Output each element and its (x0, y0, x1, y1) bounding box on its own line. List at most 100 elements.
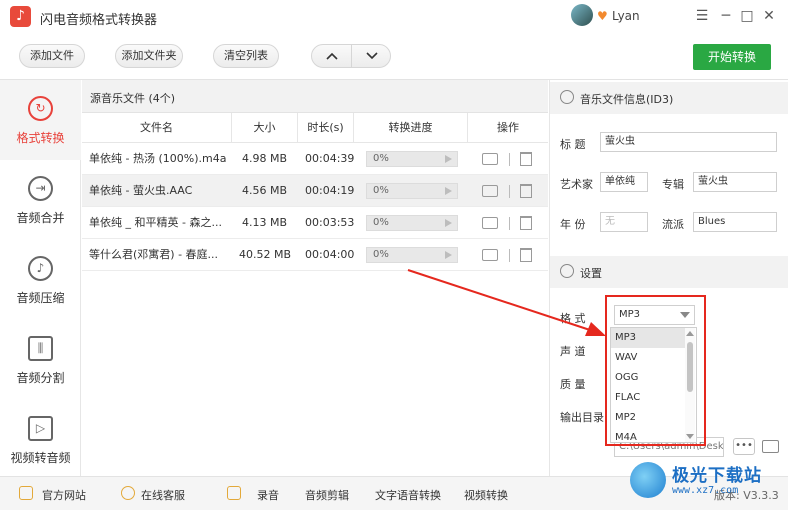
sidebar-item-audio-compress[interactable]: ♪ 音频压缩 (0, 240, 81, 320)
output-dir-label: 输出目录 (560, 411, 604, 424)
trash-icon[interactable] (520, 216, 532, 230)
maximize-button[interactable]: □ (737, 6, 757, 26)
format-label: 格 式 (560, 312, 586, 325)
progress-text: 0% (373, 217, 389, 228)
sidebar-item-audio-merge[interactable]: ⇥ 音频合并 (0, 160, 81, 240)
channel-label: 声 道 (560, 345, 586, 358)
add-file-button[interactable]: 添加文件 (19, 44, 85, 68)
column-size[interactable]: 大小 (232, 113, 298, 143)
progress-text: 0% (373, 153, 389, 164)
play-icon[interactable] (445, 155, 452, 163)
folder-icon[interactable] (482, 153, 498, 165)
table-row[interactable]: 单依纯 _ 和平精英 - 森之... 4.13 MB 00:03:53 0% (82, 207, 548, 239)
file-size: 40.52 MB (239, 248, 292, 261)
support-icon (121, 486, 135, 500)
sidebar-item-format-convert[interactable]: ↻ 格式转换 (0, 80, 81, 160)
toolbar: 添加文件 添加文件夹 清空列表 开始转换 (0, 33, 788, 80)
settings-section-title: 设置 (580, 267, 602, 280)
table-row[interactable]: 单依纯 - 热汤 (100%).m4a 4.98 MB 00:04:39 0% (82, 143, 548, 175)
artist-field[interactable]: 单依纯 (600, 172, 648, 192)
sidebar-item-label: 视频转音频 (10, 451, 71, 465)
column-duration[interactable]: 时长(s) (298, 113, 354, 143)
trash-icon[interactable] (520, 184, 532, 198)
start-convert-button[interactable]: 开始转换 (693, 44, 771, 70)
folder-icon[interactable] (482, 217, 498, 229)
sidebar-item-label: 音频分割 (16, 371, 65, 385)
column-filename[interactable]: 文件名 (82, 113, 232, 143)
genre-label: 流派 (662, 218, 684, 231)
file-count-label: 源音乐文件 (4个) (90, 92, 176, 105)
avatar[interactable] (571, 4, 593, 26)
app-title: 闪电音频格式转换器 (40, 13, 158, 28)
close-button[interactable]: ✕ (759, 6, 779, 26)
file-duration: 00:04:00 (305, 248, 355, 261)
column-progress[interactable]: 转换进度 (354, 113, 468, 143)
record-icon (227, 486, 241, 500)
watermark-logo-icon (630, 462, 666, 498)
play-icon[interactable] (445, 187, 452, 195)
file-size: 4.98 MB (242, 152, 288, 165)
progress-text: 0% (373, 185, 389, 196)
compress-icon: ♪ (28, 256, 53, 281)
title-label: 标 题 (560, 138, 586, 151)
move-down-button[interactable] (352, 45, 392, 67)
app-logo-icon: ♪ (10, 6, 31, 27)
audio-edit-link[interactable]: 音频剪辑 (305, 487, 349, 503)
file-name: 单依纯 - 热汤 (100%).m4a (89, 152, 227, 165)
table-row[interactable]: 等什么君(邓寓君) - 春庭... 40.52 MB 00:04:00 0% (82, 239, 548, 271)
gear-icon (560, 264, 574, 278)
trash-icon[interactable] (520, 248, 532, 262)
watermark-url: www.xz7.com (672, 485, 739, 496)
album-field[interactable]: 萤火虫 (693, 172, 777, 192)
add-folder-button[interactable]: 添加文件夹 (115, 44, 183, 68)
official-website-link[interactable]: 官方网站 (42, 487, 86, 503)
clear-list-button[interactable]: 清空列表 (213, 44, 279, 68)
sidebar-item-label: 音频压缩 (16, 291, 65, 305)
user-name[interactable]: Lyan (612, 9, 640, 23)
divider (509, 249, 510, 262)
menu-icon[interactable]: ☰ (692, 6, 712, 26)
play-icon[interactable] (445, 219, 452, 227)
divider (509, 185, 510, 198)
progress-text: 0% (373, 249, 389, 260)
year-label: 年 份 (560, 218, 586, 231)
open-folder-icon[interactable] (762, 440, 779, 453)
headphones-icon (560, 90, 574, 104)
split-icon: ⫼ (28, 336, 53, 361)
table-row[interactable]: 单依纯 - 萤火虫.AAC 4.56 MB 00:04:19 0% (82, 175, 548, 207)
online-support-link[interactable]: 在线客服 (141, 487, 185, 503)
title-bar: ♪ 闪电音频格式转换器 ♥ Lyan ☰ ─ □ ✕ (0, 0, 788, 33)
folder-icon[interactable] (482, 249, 498, 261)
move-up-button[interactable] (312, 45, 352, 67)
file-size: 4.56 MB (242, 184, 288, 197)
watermark: 极光下载站 www.xz7.com (630, 458, 780, 502)
title-field[interactable]: 萤火虫 (600, 132, 777, 152)
sidebar-item-video-to-audio[interactable]: ▷ 视频转音频 (0, 400, 81, 480)
play-icon[interactable] (445, 251, 452, 259)
video-convert-link[interactable]: 视频转换 (464, 487, 508, 503)
watermark-text: 极光下载站 (672, 466, 762, 486)
progress-bar: 0% (366, 247, 458, 263)
file-duration: 00:03:53 (305, 216, 355, 229)
folder-icon[interactable] (482, 185, 498, 197)
sidebar-item-label: 音频合并 (16, 211, 65, 225)
trash-icon[interactable] (520, 152, 532, 166)
divider (509, 217, 510, 230)
id3-section-header: 音乐文件信息(ID3) (550, 82, 788, 114)
file-name: 等什么君(邓寓君) - 春庭... (89, 248, 219, 261)
year-field[interactable]: 无 (600, 212, 648, 232)
progress-bar: 0% (366, 151, 458, 167)
record-link[interactable]: 录音 (257, 487, 279, 503)
sidebar-item-label: 格式转换 (16, 131, 65, 145)
text-to-speech-link[interactable]: 文字语音转换 (375, 487, 441, 503)
album-label: 专辑 (662, 178, 684, 191)
sidebar-item-audio-split[interactable]: ⫼ 音频分割 (0, 320, 81, 400)
website-icon (19, 486, 33, 500)
genre-field[interactable]: Blues (693, 212, 777, 232)
minimize-button[interactable]: ─ (716, 6, 736, 26)
file-duration: 00:04:39 (305, 152, 355, 165)
file-name: 单依纯 - 萤火虫.AAC (89, 184, 193, 197)
browse-more-button[interactable]: ••• (733, 438, 755, 455)
highlight-box (605, 295, 706, 446)
progress-bar: 0% (366, 215, 458, 231)
